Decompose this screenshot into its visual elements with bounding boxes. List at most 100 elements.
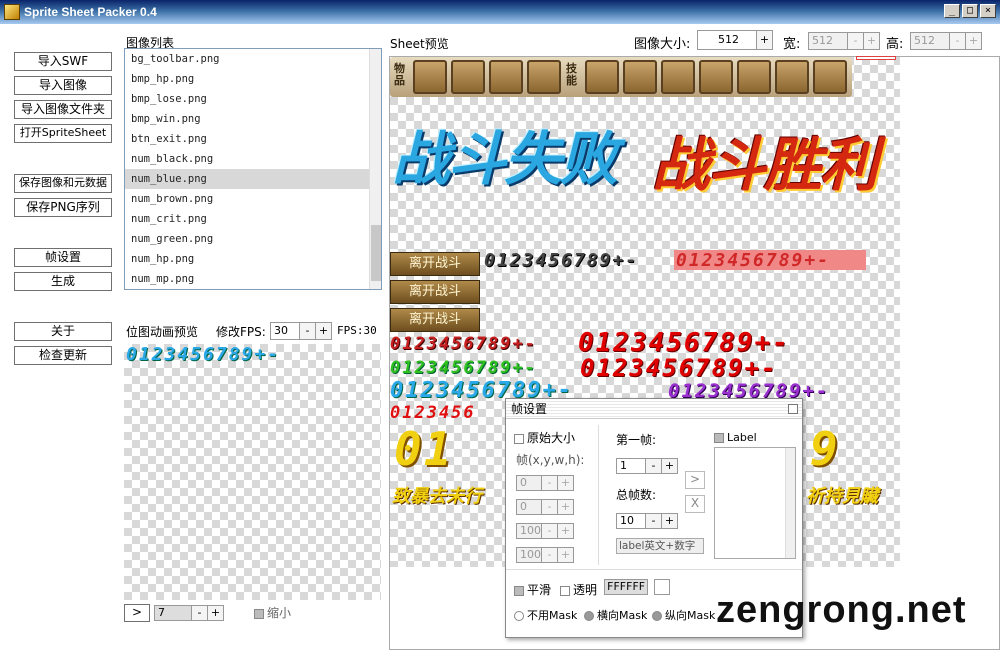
frame-h-increment[interactable]: + — [558, 547, 574, 563]
digits-crit-red-2: 0123456789+- — [580, 354, 778, 382]
frame-w-input[interactable]: 100 — [516, 523, 542, 539]
frame-x-increment[interactable]: + — [558, 475, 574, 491]
import-swf-button[interactable]: 导入SWF — [14, 52, 112, 71]
close-button[interactable]: × — [980, 4, 996, 18]
open-spritesheet-button[interactable]: 打开SpriteSheet — [14, 124, 112, 143]
list-item[interactable]: num_green.png — [125, 229, 369, 249]
mask-vertical-radio[interactable]: 纵向Mask — [652, 607, 715, 623]
first-frame-input[interactable]: 1 — [616, 458, 646, 474]
label-list-scrollbar[interactable] — [785, 448, 795, 558]
transparent-check-icon — [560, 585, 570, 596]
dialog-close-button[interactable] — [788, 404, 798, 414]
scrollbar-thumb[interactable] — [371, 225, 381, 281]
width-input[interactable]: 512 — [808, 32, 848, 50]
about-button[interactable]: 关于 — [14, 322, 112, 341]
frame-increment-button[interactable]: + — [208, 605, 224, 621]
first-frame-decrement[interactable]: - — [646, 458, 662, 474]
frame-h-decrement[interactable]: - — [542, 547, 558, 563]
import-folder-button[interactable]: 导入图像文件夹 — [14, 100, 112, 119]
play-button[interactable]: > — [124, 604, 150, 622]
list-item[interactable]: num_black.png — [125, 149, 369, 169]
list-item[interactable]: num_hp.png — [125, 249, 369, 269]
frame-stepper[interactable]: 7 - + — [154, 605, 224, 621]
fps-stepper[interactable]: 30 - + — [270, 322, 332, 340]
frame-y-input[interactable]: 0 — [516, 499, 542, 515]
frame-y-decrement[interactable]: - — [542, 499, 558, 515]
frame-input[interactable]: 7 — [154, 605, 192, 621]
frame-x-stepper[interactable]: 0 - + — [516, 475, 574, 491]
width-decrement-button[interactable]: - — [848, 32, 864, 50]
list-item[interactable]: num_brown.png — [125, 189, 369, 209]
list-item[interactable]: bmp_hp.png — [125, 69, 369, 89]
radio-icon — [514, 611, 524, 621]
smooth-checkbox[interactable]: 平滑 — [514, 581, 551, 598]
shrink-checkbox[interactable]: 缩小 — [254, 604, 291, 621]
width-increment-button[interactable]: + — [864, 32, 880, 50]
size-input[interactable]: 512 — [697, 30, 757, 50]
frame-h-stepper[interactable]: 100 - + — [516, 547, 574, 563]
list-item[interactable]: num_crit.png — [125, 209, 369, 229]
list-item[interactable]: bmp_lose.png — [125, 89, 369, 109]
check-update-button[interactable]: 检查更新 — [14, 346, 112, 365]
minimize-button[interactable]: _ — [944, 4, 960, 18]
fps-increment-button[interactable]: + — [316, 322, 332, 340]
label-list[interactable] — [714, 447, 796, 559]
size-stepper[interactable]: 512 + — [697, 30, 773, 50]
list-item[interactable]: bmp_win.png — [125, 109, 369, 129]
first-frame-stepper[interactable]: 1 - + — [616, 458, 678, 474]
fps-input[interactable]: 30 — [270, 322, 300, 340]
lose-banner: 战斗失败 — [392, 125, 618, 193]
frame-w-stepper[interactable]: 100 - + — [516, 523, 574, 539]
height-stepper[interactable]: 512 - + — [910, 32, 982, 50]
height-decrement-button[interactable]: - — [950, 32, 966, 50]
mask-none-radio[interactable]: 不用Mask — [514, 607, 577, 623]
total-frames-stepper[interactable]: 10 - + — [616, 513, 678, 529]
frame-decrement-button[interactable]: - — [192, 605, 208, 621]
mask-none-label: 不用Mask — [527, 609, 578, 622]
frame-x-input[interactable]: 0 — [516, 475, 542, 491]
label-checkbox[interactable]: Label — [714, 431, 757, 444]
image-list[interactable]: bg_toolbar.png bmp_hp.png bmp_lose.png b… — [124, 48, 382, 290]
add-label-button[interactable]: > — [685, 471, 705, 489]
frame-w-decrement[interactable]: - — [542, 523, 558, 539]
list-item[interactable]: bg_toolbar.png — [125, 49, 369, 69]
color-input[interactable]: FFFFFF — [604, 579, 648, 595]
total-frames-input[interactable]: 10 — [616, 513, 646, 529]
mask-horizontal-radio[interactable]: 横向Mask — [584, 607, 647, 623]
crit-text-right: 祈持見贜 — [806, 486, 878, 507]
frame-settings-button[interactable]: 帧设置 — [14, 248, 112, 267]
total-frames-decrement[interactable]: - — [646, 513, 662, 529]
height-input[interactable]: 512 — [910, 32, 950, 50]
list-item-selected[interactable]: num_blue.png — [125, 169, 369, 189]
original-size-checkbox[interactable]: 原始大小 — [514, 429, 575, 446]
size-increment-button[interactable]: + — [757, 30, 773, 50]
frame-y-stepper[interactable]: 0 - + — [516, 499, 574, 515]
width-stepper[interactable]: 512 - + — [808, 32, 880, 50]
frame-h-input[interactable]: 100 — [516, 547, 542, 563]
label-input[interactable]: label英文+数字 — [616, 538, 704, 554]
maximize-button[interactable]: □ — [962, 4, 978, 18]
first-frame-increment[interactable]: + — [662, 458, 678, 474]
width-label: 宽: — [783, 37, 801, 52]
save-image-meta-button[interactable]: 保存图像和元数据 — [14, 174, 112, 193]
transparent-checkbox[interactable]: 透明 — [560, 581, 597, 598]
watermark: zengrong.net — [716, 589, 967, 631]
frame-x-decrement[interactable]: - — [542, 475, 558, 491]
fps-decrement-button[interactable]: - — [300, 322, 316, 340]
digits-gold-right: 9 — [810, 422, 840, 476]
list-item[interactable]: btn_exit.png — [125, 129, 369, 149]
import-image-button[interactable]: 导入图像 — [14, 76, 112, 95]
list-scrollbar[interactable] — [369, 49, 381, 289]
toolbar-items-label: 物品 — [394, 62, 405, 87]
frame-y-increment[interactable]: + — [558, 499, 574, 515]
save-png-seq-button[interactable]: 保存PNG序列 — [14, 198, 112, 217]
app-icon — [4, 4, 20, 20]
smooth-label: 平滑 — [527, 583, 552, 597]
frame-w-increment[interactable]: + — [558, 523, 574, 539]
color-swatch[interactable] — [654, 579, 670, 595]
total-frames-increment[interactable]: + — [662, 513, 678, 529]
remove-label-button[interactable]: X — [685, 495, 705, 513]
list-item[interactable]: num_mp.png — [125, 269, 369, 289]
height-increment-button[interactable]: + — [966, 32, 982, 50]
generate-button[interactable]: 生成 — [14, 272, 112, 291]
